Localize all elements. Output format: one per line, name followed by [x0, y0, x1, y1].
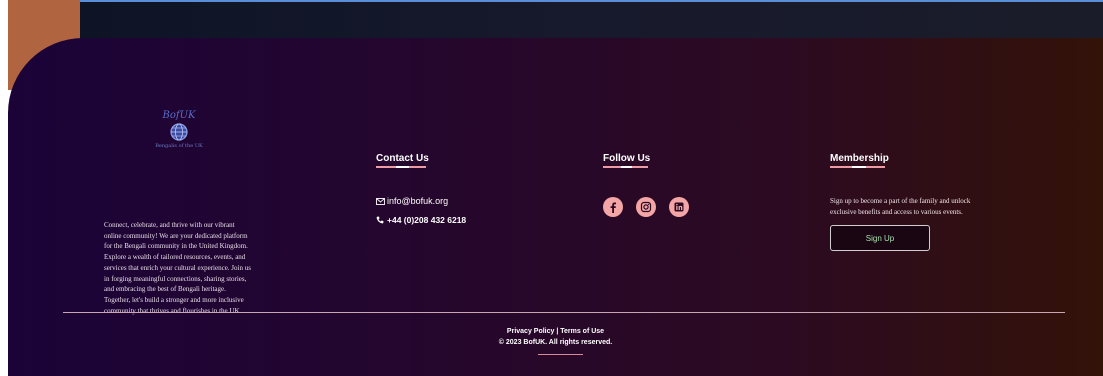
logo-subtitle: Bengalis of the UK [155, 143, 203, 149]
membership-line: exclusive benefits and access to various… [830, 208, 963, 216]
bottom-accent-line [538, 354, 583, 355]
follow-section: Follow Us [603, 153, 689, 217]
about-line: online community! We are your dedicated … [104, 231, 248, 240]
membership-section: Membership Sign up to become a part of t… [830, 153, 970, 251]
logo-text: BofUK [162, 110, 196, 121]
mail-icon [376, 198, 385, 205]
footer-divider [63, 312, 1065, 313]
legal-links[interactable]: Privacy Policy | Terms of Use [8, 328, 1103, 335]
instagram-icon[interactable] [636, 197, 656, 217]
about-line: services that enrich your cultural exper… [104, 263, 251, 272]
copyright-text: © 2023 BofUK. All rights reserved. [498, 339, 613, 346]
header-strip [79, 0, 1103, 40]
phone-text: +44 (0)208 432 6218 [387, 215, 467, 225]
about-line: and embracing the best of Bengali herita… [104, 285, 226, 294]
linkedin-icon[interactable] [669, 197, 689, 217]
contact-heading: Contact Us [376, 153, 429, 164]
about-line: for the Bengali community in the United … [104, 242, 248, 251]
membership-description: Sign up to become a part of the family a… [830, 196, 1020, 218]
heading-underline [603, 166, 648, 168]
heading-underline [830, 166, 885, 168]
follow-heading: Follow Us [603, 153, 651, 164]
contact-section: Contact Us info@bofuk.org +44 (0)208 432… [376, 153, 466, 225]
about-line: Explore a wealth of tailored resources, … [104, 253, 246, 262]
sign-up-button[interactable]: Sign Up [830, 225, 930, 251]
bofuk-logo[interactable]: BofUK Bengalis of the UK [134, 110, 224, 160]
membership-heading: Membership [830, 153, 889, 164]
about-line: community that thrives and flourishes in… [104, 306, 242, 315]
about-description: Connect, celebrate, and thrive with our … [104, 220, 304, 316]
facebook-icon[interactable] [603, 197, 623, 217]
phone-link[interactable]: +44 (0)208 432 6218 [376, 215, 466, 225]
site-footer: BofUK Bengalis of the UK Connect, celebr… [8, 38, 1103, 376]
phone-icon [376, 216, 384, 224]
about-line: Together, let's build a stronger and mor… [104, 295, 244, 304]
heading-underline [376, 166, 426, 168]
email-text: info@bofuk.org [387, 196, 449, 206]
about-line: Connect, celebrate, and thrive with our … [104, 221, 235, 229]
globe-icon [170, 123, 188, 141]
about-line: in forging meaningful connections, shari… [104, 274, 247, 283]
email-link[interactable]: info@bofuk.org [376, 196, 448, 206]
membership-line: Sign up to become a part of the family a… [830, 197, 971, 205]
